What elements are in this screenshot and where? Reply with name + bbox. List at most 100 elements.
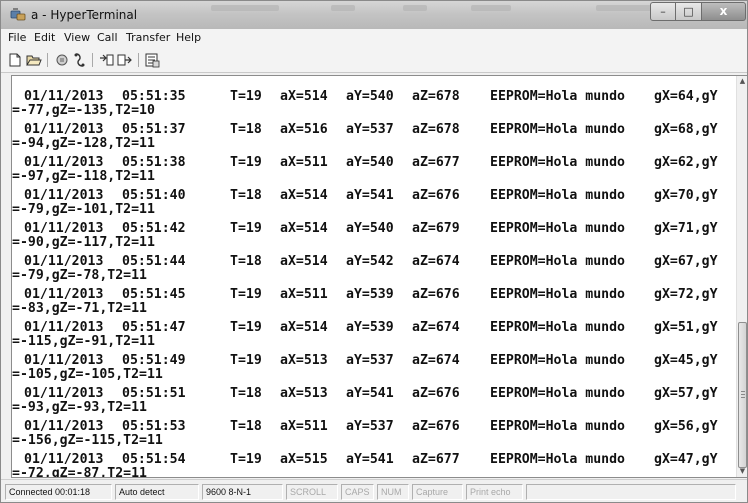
title-bar-background-blur xyxy=(403,5,427,11)
title-bar[interactable]: a - HyperTerminal – □ x xyxy=(1,1,747,29)
hyperterminal-window: a - HyperTerminal – □ x File Edit View C… xyxy=(0,0,748,503)
terminal-field-gx: gX=56,gY xyxy=(654,419,718,434)
menu-call[interactable]: Call xyxy=(97,31,118,44)
terminal-field-ax: aX=511 xyxy=(280,287,328,302)
status-capture: Capture xyxy=(412,484,463,500)
terminal-field-gx: gX=47,gY xyxy=(654,452,718,467)
menu-view[interactable]: View xyxy=(64,31,90,44)
status-print-echo: Print echo xyxy=(466,484,523,500)
toolbar-separator xyxy=(138,53,139,67)
terminal-field-az: aZ=678 xyxy=(412,89,460,104)
terminal-field-t: T=19 xyxy=(230,155,262,170)
terminal-field-gx: gX=62,gY xyxy=(654,155,718,170)
terminal-field-ax: aX=514 xyxy=(280,254,328,269)
vertical-scrollbar[interactable]: ▲ ▼ xyxy=(736,76,747,477)
terminal-field-ay: aY=541 xyxy=(346,386,394,401)
terminal-field-gx: gX=72,gY xyxy=(654,287,718,302)
status-num: NUM xyxy=(377,484,409,500)
terminal-field-az: aZ=674 xyxy=(412,353,460,368)
title-bar-background-blur xyxy=(211,5,279,11)
terminal-field-time: 05:51:38 xyxy=(122,155,186,170)
scroll-down-arrow-icon[interactable]: ▼ xyxy=(738,467,747,476)
scroll-grip xyxy=(741,391,745,392)
terminal-field-t: T=18 xyxy=(230,122,262,137)
terminal-field-time: 05:51:44 xyxy=(122,254,186,269)
terminal-continuation-line: =-94,gZ=-128,T2=11 xyxy=(12,136,155,151)
terminal-field-ax: aX=516 xyxy=(280,122,328,137)
terminal-field-ay: aY=539 xyxy=(346,320,394,335)
terminal-field-ay: aY=541 xyxy=(346,452,394,467)
new-connection-icon[interactable] xyxy=(6,52,24,68)
terminal-field-date: 01/11/2013 xyxy=(24,122,104,137)
terminal-field-ee: EEPROM=Hola mundo xyxy=(490,122,625,137)
terminal-field-t: T=19 xyxy=(230,221,262,236)
terminal-field-ay: aY=542 xyxy=(346,254,394,269)
terminal-field-ee: EEPROM=Hola mundo xyxy=(490,386,625,401)
menu-transfer[interactable]: Transfer xyxy=(126,31,170,44)
toolbar-separator xyxy=(47,53,48,67)
terminal-field-t: T=19 xyxy=(230,287,262,302)
terminal-output[interactable]: 01/11/2013 05:51:35 T=19 aX=514 aY=540 aZ=678… xyxy=(12,76,736,477)
terminal-field-ay: aY=537 xyxy=(346,122,394,137)
terminal-field-date: 01/11/2013 xyxy=(24,89,104,104)
scroll-grip xyxy=(741,397,745,398)
terminal-field-ee: EEPROM=Hola mundo xyxy=(490,287,625,302)
terminal-field-ay: aY=537 xyxy=(346,353,394,368)
status-empty-pane xyxy=(526,484,736,500)
terminal-field-ay: aY=540 xyxy=(346,155,394,170)
terminal-continuation-line: =-77,gZ=-135,T2=10 xyxy=(12,103,155,118)
terminal-field-t: T=19 xyxy=(230,89,262,104)
hyperterminal-app-icon[interactable] xyxy=(10,8,26,22)
menu-bar: File Edit View Call Transfer Help xyxy=(1,29,747,48)
disconnect-icon[interactable] xyxy=(53,52,71,68)
terminal-field-t: T=18 xyxy=(230,419,262,434)
terminal-field-gx: gX=70,gY xyxy=(654,188,718,203)
send-icon[interactable] xyxy=(98,52,116,68)
terminal-field-az: aZ=676 xyxy=(412,188,460,203)
toolbar-separator xyxy=(92,53,93,67)
terminal-field-date: 01/11/2013 xyxy=(24,320,104,335)
terminal-field-time: 05:51:45 xyxy=(122,287,186,302)
receive-icon[interactable] xyxy=(116,52,134,68)
terminal-continuation-line: =-79,gZ=-78,T2=11 xyxy=(12,268,147,283)
terminal-field-gx: gX=57,gY xyxy=(654,386,718,401)
terminal-field-date: 01/11/2013 xyxy=(24,386,104,401)
close-icon: x xyxy=(719,4,728,18)
terminal-field-date: 01/11/2013 xyxy=(24,419,104,434)
terminal-field-az: aZ=676 xyxy=(412,386,460,401)
dial-icon[interactable] xyxy=(71,52,89,68)
terminal-field-az: aZ=677 xyxy=(412,155,460,170)
terminal-field-time: 05:51:54 xyxy=(122,452,186,467)
terminal-field-ax: aX=514 xyxy=(280,221,328,236)
terminal-field-ay: aY=541 xyxy=(346,188,394,203)
scrollbar-thumb[interactable] xyxy=(738,322,747,468)
close-button[interactable]: x xyxy=(702,2,746,21)
toolbar xyxy=(1,48,747,73)
terminal-continuation-line: =-72,gZ=-87,T2=11 xyxy=(12,466,147,477)
maximize-button[interactable]: □ xyxy=(676,2,702,21)
terminal-field-az: aZ=676 xyxy=(412,287,460,302)
terminal-field-ee: EEPROM=Hola mundo xyxy=(490,452,625,467)
terminal-continuation-line: =-115,gZ=-91,T2=11 xyxy=(12,334,155,349)
terminal-field-date: 01/11/2013 xyxy=(24,188,104,203)
terminal-field-ee: EEPROM=Hola mundo xyxy=(490,254,625,269)
status-port-settings: 9600 8-N-1 xyxy=(202,484,283,500)
terminal-frame: 01/11/2013 05:51:35 T=19 aX=514 aY=540 aZ=678… xyxy=(11,75,747,478)
minimize-button[interactable]: – xyxy=(650,2,676,21)
terminal-field-az: aZ=676 xyxy=(412,419,460,434)
scroll-up-arrow-icon[interactable]: ▲ xyxy=(738,77,747,86)
terminal-field-t: T=19 xyxy=(230,320,262,335)
terminal-field-date: 01/11/2013 xyxy=(24,254,104,269)
menu-file[interactable]: File xyxy=(8,31,26,44)
terminal-field-date: 01/11/2013 xyxy=(24,452,104,467)
open-icon[interactable] xyxy=(25,52,43,68)
menu-edit[interactable]: Edit xyxy=(34,31,55,44)
terminal-field-ay: aY=540 xyxy=(346,89,394,104)
status-scroll: SCROLL xyxy=(286,484,338,500)
menu-help[interactable]: Help xyxy=(176,31,201,44)
terminal-field-gx: gX=64,gY xyxy=(654,89,718,104)
terminal-field-ee: EEPROM=Hola mundo xyxy=(490,353,625,368)
terminal-field-ay: aY=537 xyxy=(346,419,394,434)
properties-icon[interactable] xyxy=(143,52,161,68)
maximize-icon: □ xyxy=(683,5,694,18)
